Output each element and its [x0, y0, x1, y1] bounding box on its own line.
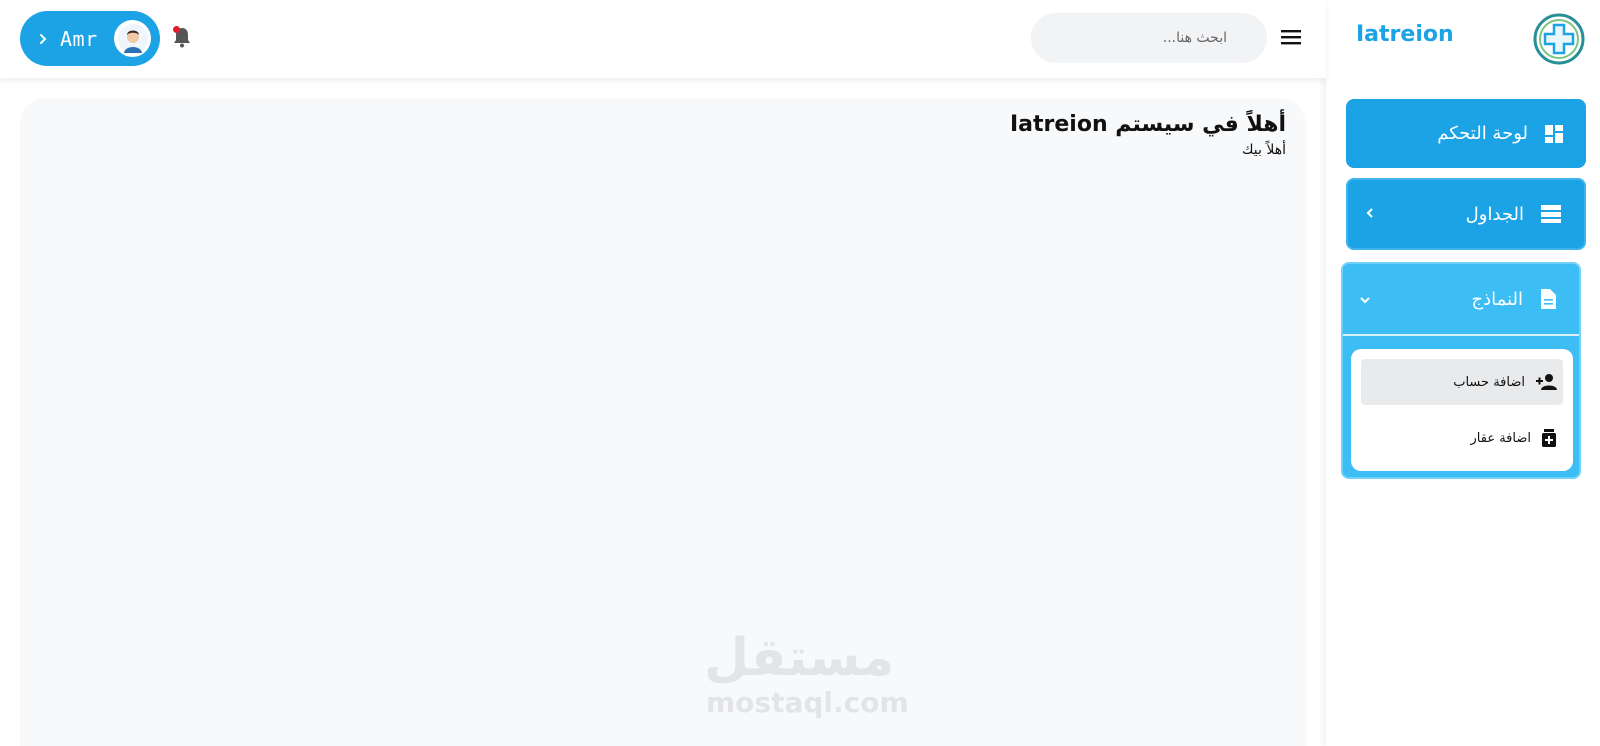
medicine-bottle-icon: [1542, 429, 1556, 447]
document-icon: [1541, 289, 1556, 309]
user-name: Amr: [60, 26, 98, 51]
brand-name: Iatreion: [1356, 22, 1454, 47]
medical-cross-logo-icon: [1533, 13, 1585, 65]
table-icon: [1541, 205, 1561, 223]
watermark-arabic: مستقل: [704, 628, 895, 688]
sidebar-item-forms[interactable]: النماذج: [1343, 264, 1579, 336]
hamburger-icon[interactable]: [1280, 28, 1302, 46]
page-title: أهلاً في سيستم Iatreion: [1009, 112, 1286, 137]
person-add-icon: [1536, 374, 1557, 390]
avatar: [114, 20, 151, 57]
search-input[interactable]: [1031, 13, 1267, 63]
submenu-item-label: اضافة عقار: [1470, 430, 1532, 446]
sidebar-item-label: النماذج: [1471, 288, 1523, 310]
notification-dot: [173, 26, 180, 33]
submenu-item-label: اضافة حساب: [1453, 374, 1525, 390]
forms-submenu: اضافة حساب اضافة عقار: [1351, 349, 1573, 471]
top-header: Amr: [0, 0, 1326, 78]
submenu-item-add-drug[interactable]: اضافة عقار: [1361, 415, 1563, 461]
main-content: أهلاً في سيستم Iatreion أهلاً بيك مستقل …: [20, 98, 1306, 746]
sidebar-item-tables[interactable]: الجداول: [1346, 178, 1586, 250]
chevron-down-icon: [1360, 297, 1370, 304]
sidebar-group-forms: النماذج اضافة حساب اضافة عقار: [1341, 262, 1581, 479]
user-menu-button[interactable]: Amr: [20, 11, 160, 66]
sidebar-item-dashboard[interactable]: لوحة التحكم: [1346, 99, 1586, 168]
sidebar: Iatreion لوحة التحكم الجداول النماذج اضا…: [1326, 0, 1600, 746]
watermark-english: mostaql.com: [706, 686, 909, 719]
chevron-right-icon: [40, 33, 47, 44]
dashboard-icon: [1545, 124, 1563, 143]
sidebar-item-label: الجداول: [1465, 203, 1524, 225]
chevron-left-icon: [1366, 208, 1373, 218]
submenu-item-add-account[interactable]: اضافة حساب: [1361, 359, 1563, 405]
page-subtitle: أهلاً بيك: [1242, 142, 1286, 158]
sidebar-item-label: لوحة التحكم: [1437, 123, 1528, 144]
